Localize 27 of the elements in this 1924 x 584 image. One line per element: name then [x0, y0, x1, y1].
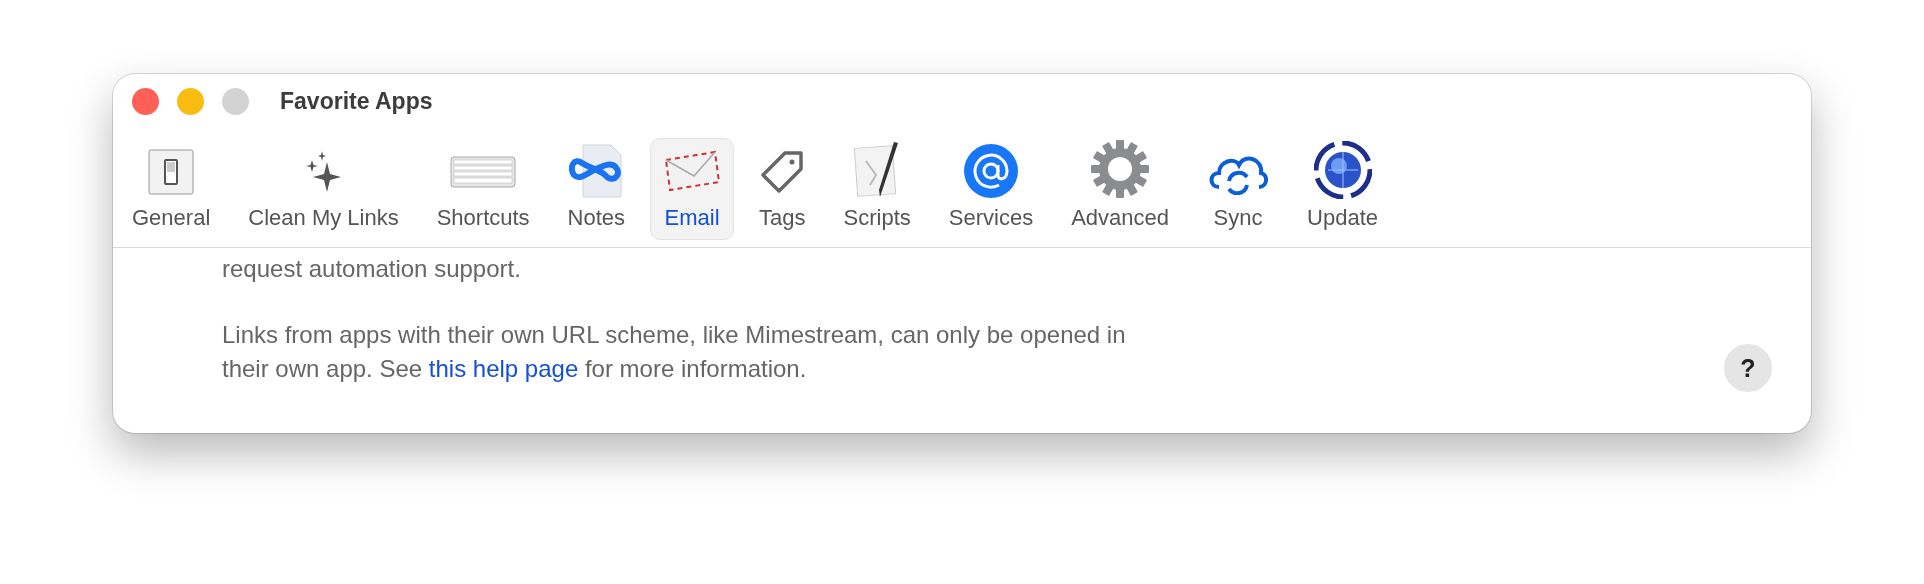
- preference-tab[interactable]: General: [119, 138, 224, 240]
- help-page-link[interactable]: this help page: [428, 355, 579, 382]
- tag-icon: [759, 149, 806, 195]
- preference-tab[interactable]: Update: [1294, 138, 1391, 240]
- switch-icon: [147, 148, 196, 196]
- preference-tab[interactable]: Notes: [554, 138, 639, 240]
- notes-icon: [569, 143, 624, 199]
- preference-tab[interactable]: Clean My Links: [235, 138, 412, 240]
- envelope-icon: [663, 150, 722, 194]
- body-paragraph: Links from apps with their own URL scheme, like Mimestream, can only be opened in their own app. See this help page for more information.: [222, 320, 1127, 384]
- preference-tab[interactable]: Tags: [746, 138, 819, 240]
- preference-tab[interactable]: Advanced: [1058, 138, 1183, 240]
- gear-icon: [1090, 139, 1151, 199]
- body-paragraph: request automation support.: [222, 254, 522, 284]
- zoom-button[interactable]: [222, 87, 249, 115]
- preference-tab[interactable]: Email: [650, 138, 735, 240]
- preference-tab[interactable]: Services: [935, 138, 1047, 240]
- window-title: Favorite Apps: [280, 87, 433, 115]
- minimize-button[interactable]: [177, 87, 204, 115]
- preference-tab[interactable]: Sync: [1194, 138, 1283, 240]
- globe-update-icon: [1313, 141, 1372, 199]
- at-sign-icon: [963, 143, 1019, 199]
- close-button[interactable]: [132, 87, 159, 115]
- keyboard-icon: [450, 156, 517, 188]
- help-button[interactable]: ?: [1724, 344, 1772, 392]
- preference-tab[interactable]: Shortcuts: [423, 138, 543, 240]
- preference-tab[interactable]: Scripts: [830, 138, 924, 240]
